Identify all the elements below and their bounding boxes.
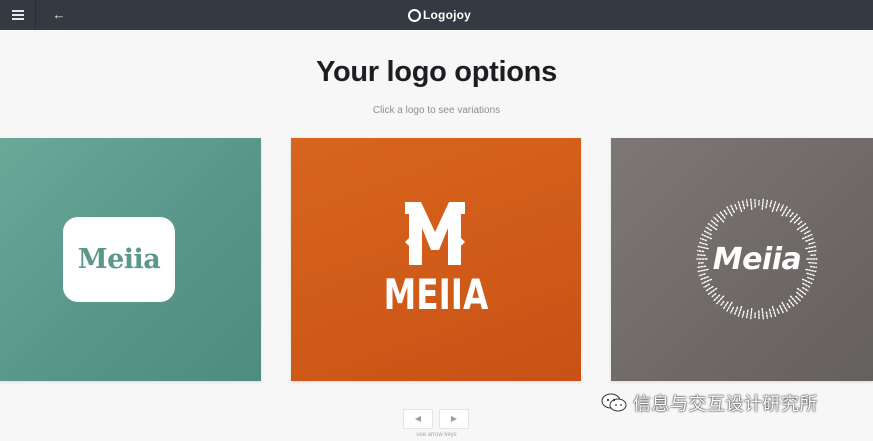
page-title: Your logo options — [316, 56, 557, 88]
logo-option-card-1[interactable]: Meiia — [0, 138, 261, 381]
back-button[interactable]: ← — [50, 7, 68, 23]
arrow-keys-hint: use arrow keys — [416, 432, 457, 438]
arrow-left-icon: ← — [52, 7, 66, 22]
monogram-m-icon — [405, 202, 465, 265]
brand-logo[interactable]: Logojoy — [408, 7, 471, 23]
page-subtitle: Click a logo to see variations — [372, 105, 501, 116]
brand-name: Logojoy — [423, 8, 472, 22]
menu-button[interactable] — [0, 0, 36, 30]
caret-left-icon: ◀ — [414, 414, 422, 423]
logo-text: MEIIA — [383, 270, 489, 319]
caret-right-icon: ▶ — [450, 414, 458, 423]
watermark-text: 信息与交互设计研究所 — [633, 394, 818, 415]
previous-logo-button[interactable]: ◀ — [403, 409, 433, 429]
logo-text: Meiia — [712, 241, 802, 277]
logo-option-card-3[interactable]: Meiia — [611, 138, 873, 381]
wechat-icon — [601, 393, 627, 412]
logo-text: Meiia — [77, 244, 161, 275]
top-bar: ← Logojoy — [0, 0, 873, 30]
logo-option-card-2[interactable]: MEIIA — [291, 138, 581, 381]
watermark: 信息与交互设计研究所 — [601, 391, 818, 415]
logojoy-ring-icon — [408, 8, 421, 22]
hamburger-menu-icon — [11, 10, 24, 20]
logo-badge: Meiia — [63, 217, 175, 302]
next-logo-button[interactable]: ▶ — [439, 409, 469, 429]
